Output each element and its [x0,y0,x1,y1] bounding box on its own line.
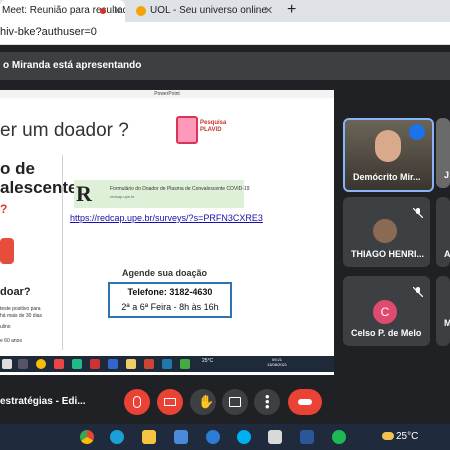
weather-icon [382,432,394,440]
store-icon[interactable] [174,430,188,444]
inner-weather: 25°C [202,358,214,364]
mic-button[interactable] [124,389,150,415]
tab-uol-title: UOL - Seu universo online [150,5,267,16]
file-explorer-icon[interactable] [142,430,156,444]
illustration [0,238,14,264]
participant-name: M [444,318,450,328]
new-tab-button[interactable]: + [287,1,296,19]
participant-tile[interactable]: Demócrito Mir... [343,118,434,192]
hours-text: 2ª a 6ª Feira - 8h às 16h [121,302,219,312]
app-icon [108,359,118,369]
contact-box: Telefone: 3182-4630 2ª a 6ª Feira - 8h à… [108,282,232,318]
participant-tile[interactable]: M [436,276,450,346]
search-icon [18,359,28,369]
participant-name: A [444,249,450,259]
start-icon [2,359,12,369]
presenting-text: o Miranda está apresentando [3,60,142,71]
slide-divider [62,155,63,350]
slide-heading-line2: alescente [0,178,78,197]
present-button[interactable] [222,389,248,415]
more-options-button[interactable]: • • • [254,389,280,415]
participant-name: THIAGO HENRI... [351,249,425,259]
slide-small-text: há mais de 30 dias [0,313,42,319]
presenting-banner: o Miranda está apresentando [0,52,450,80]
tab-meet[interactable]: Meet: Reunião para resultad ✕ [0,0,125,22]
mic-off-icon [133,396,141,408]
hand-icon: ✋ [198,394,215,409]
participant-tile[interactable]: J [436,118,450,188]
mic-off-icon [412,284,424,298]
doar-heading: doar? [0,286,31,298]
mic-off-icon [412,205,424,219]
slide-heading-line1: o de [0,159,35,178]
plavid-logo: Pesquisa PLAVID [172,112,262,152]
app-icon [126,359,136,369]
avatar [373,219,397,243]
camera-off-icon [164,398,176,406]
recording-dot-icon [100,8,106,14]
redcap-form-image [74,180,244,208]
app-icon[interactable] [268,430,282,444]
tab-strip: Meet: Reunião para resultad ✕ UOL - Seu … [0,0,450,22]
logo-text: Pesquisa PLAVID [200,120,227,133]
blood-bag-icon [176,116,198,144]
agende-heading: Agende sua doação [122,268,208,278]
close-icon[interactable]: ✕ [113,0,122,22]
slide-small-text: ulino [0,324,11,330]
slide-small-text: e 60 anos [0,338,22,344]
avatar: C [373,300,397,324]
word-icon[interactable] [300,430,314,444]
clock-date: 13/08/2021 [266,362,288,367]
tab-meet-title: Meet: Reunião para resultad [2,5,125,16]
chrome-icon [36,359,46,369]
slide-title: er um doador ? [0,120,129,141]
app-icon [144,359,154,369]
skype-icon[interactable] [237,430,251,444]
address-bar[interactable]: hiv-bke?authuser=0 [0,22,450,45]
participant-tile[interactable]: THIAGO HENRI... [343,197,430,267]
red-question-mark: ? [0,202,8,216]
edge-icon[interactable] [110,430,124,444]
app-icon [162,359,172,369]
close-icon[interactable]: ✕ [264,0,273,22]
slide-small-text: teste positivo para [0,306,41,312]
uol-favicon-icon [136,6,146,16]
speaker-face [375,130,401,162]
meeting-name: estratégias - Edi... [0,396,86,407]
app-icon [54,359,64,369]
camera-button[interactable] [157,389,183,415]
weather-temp[interactable]: 25°C [396,431,418,442]
raise-hand-button[interactable]: ✋ [190,389,216,415]
spotify-icon[interactable] [332,430,346,444]
redcap-logo-icon: R [76,181,92,206]
speaking-icon [409,124,425,140]
present-screen-icon [229,397,241,407]
hang-up-button[interactable] [288,389,322,415]
phone-text: Telefone: 3182-4630 [127,287,213,297]
app-title: PowerPoint [154,91,180,97]
redcap-link[interactable]: https://redcap.upe.br/surveys/?s=PRFN3CX… [70,213,263,223]
participant-name: Celso P. de Melo [351,328,422,338]
participant-tile[interactable]: A [436,197,450,267]
url-text: hiv-bke?authuser=0 [0,26,97,38]
app-icon [180,359,190,369]
chrome-icon[interactable] [80,430,94,444]
phone-hangup-icon [298,399,312,405]
tab-uol[interactable]: UOL - Seu universo online ✕ [132,0,280,22]
app-icon [90,359,100,369]
form-subtitle: redcap.upe.br [110,194,135,199]
participant-tile[interactable]: C Celso P. de Melo [343,276,430,346]
app-icon [72,359,82,369]
participant-name: J [444,170,450,180]
more-vert-icon: • • • [265,389,270,414]
inner-clock: 09:21 13/08/2021 [262,357,292,367]
powerpoint-titlebar: PowerPoint [0,90,334,98]
form-title: Formulário do Doador de Plasma de Conval… [110,186,250,192]
participant-name: Demócrito Mir... [353,172,421,182]
app-icon[interactable] [206,430,220,444]
